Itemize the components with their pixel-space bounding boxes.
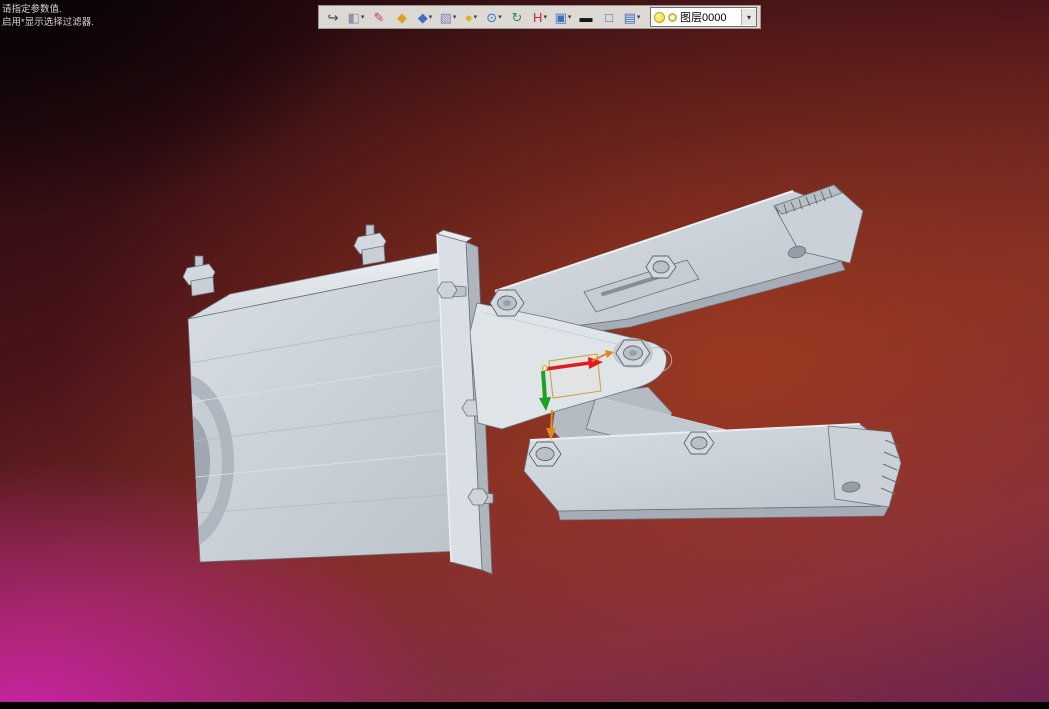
layer-color-icon [668,12,677,22]
layers-button[interactable]: ▤ ▾ [621,7,643,27]
material-sphere-icon: ● [464,9,473,25]
status-hint: 请指定参数值. 启用*显示选择过滤器. [2,3,94,29]
chevron-down-icon[interactable]: ▾ [361,13,365,21]
refresh-view-icon: ↻ [511,9,523,25]
selection-mode-button[interactable]: ◧ ▾ [345,7,367,27]
selection-mode-icon: ◧ [347,9,360,25]
viewport-background[interactable]: 请指定参数值. 启用*显示选择过滤器. ↪ ◧ ▾ ✎ ◆ ◆ ▾ ▧ ▾ ● … [0,0,1049,709]
box-blue-icon: ◆ [417,9,428,25]
top-fitting[interactable] [182,255,216,297]
sketch-pen-icon: ✎ [373,9,385,25]
chevron-down-icon[interactable]: ▾ [568,13,572,21]
cube-display-button[interactable]: ▧ ▾ [437,7,459,27]
cube-display-icon: ▧ [439,9,452,25]
exit-icon: ↪ [327,9,339,25]
lower-arm[interactable] [523,423,902,521]
triad-down-arrow[interactable] [550,409,553,430]
box-gold-icon: ◆ [397,9,407,25]
bottom-edge-bar [0,702,1049,709]
material-sphere-button[interactable]: ● ▾ [460,7,482,27]
h-display-icon: H [533,9,543,25]
blackboard-icon: ▬ [579,9,593,25]
toolbar-buttons: ↪ ◧ ▾ ✎ ◆ ◆ ▾ ▧ ▾ ● ▾ ⊙ ▾ ↻ H ▾ ▣ ▾ ▬ □ ▤ ▾ [322,7,643,27]
chevron-down-icon[interactable]: ▾ [429,13,433,21]
zoom-icon: ⊙ [486,9,498,25]
refresh-view-button[interactable]: ↻ [506,7,528,27]
box-gold-button[interactable]: ◆ [391,7,413,27]
toolbar: ↪ ◧ ▾ ✎ ◆ ◆ ▾ ▧ ▾ ● ▾ ⊙ ▾ ↻ H ▾ ▣ ▾ ▬ □ ▤ ▾ 图层0000 ▾ [318,5,761,29]
zoom-button[interactable]: ⊙ ▾ [483,7,505,27]
chevron-down-icon[interactable]: ▾ [498,13,502,21]
triad-y-arrow[interactable] [541,370,547,400]
layer-combo-value: 图层0000 [680,12,727,24]
box-blue-button[interactable]: ◆ ▾ [414,7,436,27]
screen-display-button[interactable]: ▣ ▾ [552,7,574,27]
layer-combo[interactable]: 图层0000 ▾ [650,7,757,27]
model-canvas[interactable] [0,0,1049,709]
h-display-button[interactable]: H ▾ [529,7,551,27]
chevron-down-icon[interactable]: ▾ [453,13,457,21]
blackboard-button[interactable]: ▬ [575,7,597,27]
chevron-down-icon[interactable]: ▾ [637,13,641,21]
layer-visibility-bulb-icon[interactable] [654,11,665,23]
layer-combo-dropdown-arrow[interactable]: ▾ [741,9,756,25]
triad-origin[interactable] [542,365,548,371]
status-line-1: 请指定参数值. [2,4,62,15]
cylinder-body[interactable] [130,224,463,563]
chevron-down-icon[interactable]: ▾ [543,13,547,21]
sketch-pen-button[interactable]: ✎ [368,7,390,27]
frame-icon: □ [605,9,613,25]
frame-button[interactable]: □ [598,7,620,27]
layers-icon: ▤ [623,9,636,25]
exit-button[interactable]: ↪ [322,7,344,27]
screen-display-icon: ▣ [554,9,567,25]
chevron-down-icon[interactable]: ▾ [474,13,478,21]
status-line-2: 启用*显示选择过滤器. [2,17,94,28]
